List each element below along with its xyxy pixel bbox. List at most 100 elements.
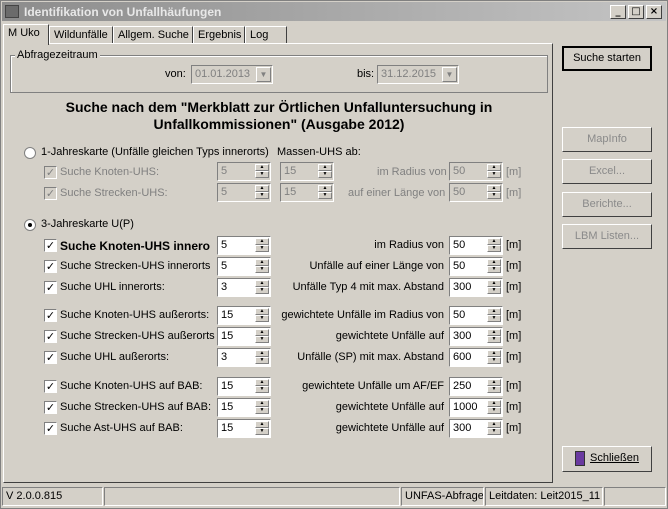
jahr3-row-8-label: Suche Ast-UHS auf BAB: <box>60 422 183 434</box>
von-date-select[interactable]: 01.01.2013 ▼ <box>191 65 273 84</box>
abfragezeitraum-label: Abfragezeitraum <box>15 49 100 61</box>
jahr3-row-8-count-stepper[interactable]: 15 ▲ ▼ <box>217 419 271 438</box>
status-empty <box>104 487 400 506</box>
radio-3-jahreskarte[interactable] <box>24 219 36 231</box>
main-window: Identifikation von Unfallhäufungen _ □ ×… <box>0 0 668 509</box>
jahr3-row-1-checkbox[interactable]: ✓ <box>44 260 57 273</box>
jahr1-label: 1-Jahreskarte (Unfälle gleichen Typs inn… <box>41 146 269 158</box>
unit-label: [m] <box>506 330 522 342</box>
jahr3-row-3-label: Suche Knoten-UHS außerorts: <box>60 309 210 321</box>
mapinfo-button[interactable]: MapInfo <box>562 127 652 152</box>
jahr1-knoten-label: Suche Knoten-UHS: <box>60 166 160 178</box>
tab-log[interactable]: Log <box>245 26 287 44</box>
jahr3-row-7-distance-stepper[interactable]: 1000 ▲ ▼ <box>449 398 503 417</box>
schliessen-button[interactable]: Schließen <box>562 446 652 472</box>
jahr3-row-7-checkbox[interactable]: ✓ <box>44 401 57 414</box>
unit-label: [m] <box>506 187 522 199</box>
jahr3-row-6-right-label: gewichtete Unfälle um AF/EF <box>302 380 444 392</box>
jahr3-row-4-count-stepper[interactable]: 15 ▲ ▼ <box>217 327 271 346</box>
jahr3-row-4-checkbox[interactable]: ✓ <box>44 330 57 343</box>
jahr3-row-2-distance-stepper[interactable]: 300 ▲ ▼ <box>449 278 503 297</box>
jahr1-radius-label: im Radius von <box>377 166 447 178</box>
jahr3-row-4-right-label: gewichtete Unfälle auf <box>335 330 444 342</box>
jahr3-row-5-right-label: Unfälle (SP) mit max. Abstand <box>297 351 444 363</box>
page-heading: Suche nach dem "Merkblatt zur Örtlichen … <box>65 99 493 132</box>
unit-label: [m] <box>506 166 522 178</box>
unit-label: [m] <box>506 422 522 434</box>
jahr1-strecken-checkbox[interactable]: ✓ <box>44 187 57 200</box>
jahr3-row-0-checkbox[interactable]: ✓ <box>44 239 57 252</box>
jahr3-row-8-checkbox[interactable]: ✓ <box>44 422 57 435</box>
jahr3-row-0-distance-stepper[interactable]: 50 ▲ ▼ <box>449 236 503 255</box>
unit-label: [m] <box>506 351 522 363</box>
unit-label: [m] <box>506 260 522 272</box>
jahr1-radius-stepper[interactable]: 50 ▲ ▼ <box>449 162 503 181</box>
jahr3-row-5-checkbox[interactable]: ✓ <box>44 351 57 364</box>
jahr3-row-7-label: Suche Strecken-UHS auf BAB: <box>60 401 212 413</box>
bis-date-select[interactable]: 31.12.2015 ▼ <box>377 65 459 84</box>
door-icon <box>575 450 586 466</box>
close-window-button[interactable]: × <box>646 5 662 19</box>
jahr3-row-2-count-stepper[interactable]: 3 ▲ ▼ <box>217 278 271 297</box>
tab-allgem-suche[interactable]: Allgem. Suche <box>113 26 193 44</box>
jahr3-row-3-count-stepper[interactable]: 15 ▲ ▼ <box>217 306 271 325</box>
jahr1-laenge-label: auf einer Länge von <box>348 187 446 199</box>
jahr1-strecken-massen-stepper[interactable]: 15 ▲ ▼ <box>280 183 334 202</box>
jahr3-row-5-count-stepper[interactable]: 3 ▲ ▼ <box>217 348 271 367</box>
jahr3-row-7-right-label: gewichtete Unfälle auf <box>335 401 444 413</box>
jahr3-row-6-count-stepper[interactable]: 15 ▲ ▼ <box>217 377 271 396</box>
tab-ergebnis[interactable]: Ergebnis <box>193 26 245 44</box>
jahr3-row-6-checkbox[interactable]: ✓ <box>44 380 57 393</box>
jahr3-row-6-distance-stepper[interactable]: 250 ▲ ▼ <box>449 377 503 396</box>
von-label: von: <box>165 68 186 80</box>
jahr1-knoten-checkbox[interactable]: ✓ <box>44 166 57 179</box>
jahr3-row-3-checkbox[interactable]: ✓ <box>44 309 57 322</box>
schliessen-label: Schließen <box>590 452 639 464</box>
jahr1-knoten-count-stepper[interactable]: 5 ▲ ▼ <box>217 162 271 181</box>
jahr3-row-6-label: Suche Knoten-UHS auf BAB: <box>60 380 203 392</box>
bis-label: bis: <box>357 68 375 80</box>
unit-label: [m] <box>506 401 522 413</box>
jahr3-row-3-distance-stepper[interactable]: 50 ▲ ▼ <box>449 306 503 325</box>
jahr3-row-0-label: Suche Knoten-UHS innero <box>60 239 211 253</box>
excel-button[interactable]: Excel... <box>562 159 652 184</box>
jahr3-row-5-distance-stepper[interactable]: 600 ▲ ▼ <box>449 348 503 367</box>
jahr1-laenge-stepper[interactable]: 50 ▲ ▼ <box>449 183 503 202</box>
chevron-down-icon: ▼ <box>442 67 457 82</box>
jahr1-strecken-label: Suche Strecken-UHS: <box>60 187 168 199</box>
jahr3-row-1-count-stepper[interactable]: 5 ▲ ▼ <box>217 257 271 276</box>
m-uko-panel: Abfragezeitraum von: 01.01.2013 ▼ bis: 3… <box>3 43 553 483</box>
minimize-button[interactable]: _ <box>610 5 626 19</box>
jahr3-row-0-right-label: im Radius von <box>374 239 444 251</box>
jahr3-row-7-count-stepper[interactable]: 15 ▲ ▼ <box>217 398 271 417</box>
jahr3-row-1-label: Suche Strecken-UHS innerorts <box>60 260 211 272</box>
unit-label: [m] <box>506 309 522 321</box>
unit-label: [m] <box>506 239 522 251</box>
jahr3-row-1-right-label: Unfälle auf einer Länge von <box>309 260 444 272</box>
unit-label: [m] <box>506 380 522 392</box>
jahr3-row-0-count-stepper[interactable]: 5 ▲ ▼ <box>217 236 271 255</box>
berichte-button[interactable]: Berichte... <box>562 192 652 217</box>
jahr1-strecken-count-stepper[interactable]: 5 ▲ ▼ <box>217 183 271 202</box>
jahr1-knoten-massen-stepper[interactable]: 15 ▲ ▼ <box>280 162 334 181</box>
tab-wildunfaelle[interactable]: Wildunfälle <box>49 26 113 44</box>
window-title: Identifikation von Unfallhäufungen <box>24 5 222 19</box>
status-grip <box>604 487 666 506</box>
jahr3-row-8-distance-stepper[interactable]: 300 ▲ ▼ <box>449 419 503 438</box>
jahr3-row-1-distance-stepper[interactable]: 50 ▲ ▼ <box>449 257 503 276</box>
tab-m-uko[interactable]: M Uko <box>3 24 49 45</box>
jahr3-row-2-checkbox[interactable]: ✓ <box>44 281 57 294</box>
app-icon <box>5 5 19 18</box>
suche-starten-button[interactable]: Suche starten <box>562 46 652 71</box>
jahr3-row-4-distance-stepper[interactable]: 300 ▲ ▼ <box>449 327 503 346</box>
radio-1-jahreskarte[interactable] <box>24 147 36 159</box>
jahr3-label: 3-Jahreskarte U(P) <box>41 218 134 230</box>
title-bar: Identifikation von Unfallhäufungen _ □ × <box>2 2 666 21</box>
maximize-button[interactable]: □ <box>628 5 644 19</box>
jahr3-row-2-label: Suche UHL innerorts: <box>60 281 165 293</box>
jahr3-row-4-label: Suche Strecken-UHS außerorts <box>60 330 215 342</box>
lbm-listen-button[interactable]: LBM Listen... <box>562 224 652 249</box>
jahr3-row-5-label: Suche UHL außerorts: <box>60 351 170 363</box>
status-version: V 2.0.0.815 <box>2 487 103 506</box>
unit-label: [m] <box>506 281 522 293</box>
